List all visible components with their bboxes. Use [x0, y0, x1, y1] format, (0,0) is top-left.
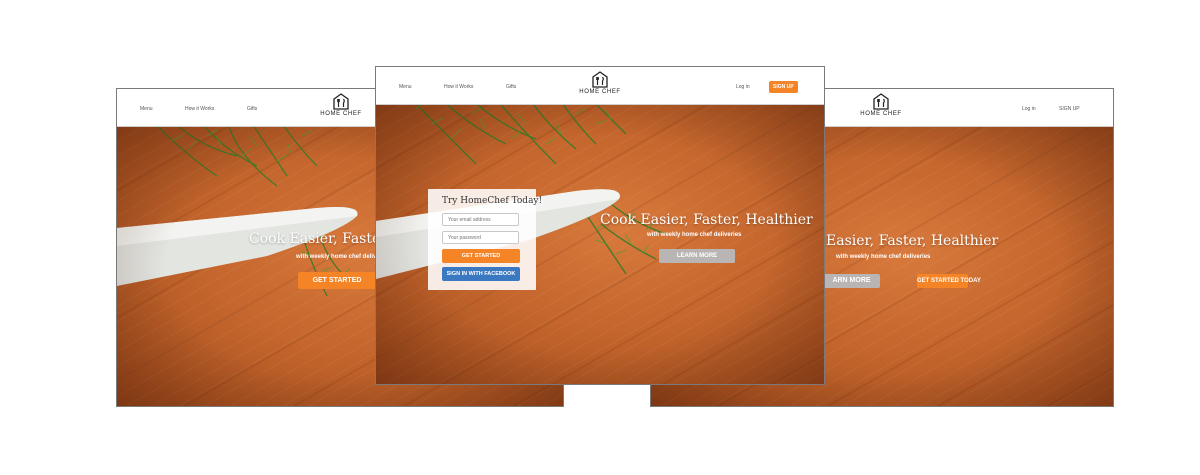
get-started-button[interactable]: GET STARTED — [298, 272, 376, 289]
mockup-screen-center: Menu How it Works Gifts HOME CHEF Log in… — [375, 66, 825, 385]
card-get-started-button[interactable]: GET STARTED — [442, 249, 520, 263]
nav-login-link[interactable]: Log in — [736, 84, 750, 90]
chef-hat-fork-knife-icon — [592, 71, 608, 88]
chef-hat-fork-knife-icon — [873, 93, 889, 110]
hero-subheadline: with weekly home chef deliveries — [836, 254, 931, 260]
logo-text: HOME CHEF — [860, 111, 902, 117]
home-chef-logo[interactable]: HOME CHEF — [851, 93, 911, 117]
nav-gifts-link[interactable]: Gifts — [506, 84, 516, 90]
nav-menu-link[interactable]: Menu — [399, 84, 412, 90]
nav-how-it-works-link[interactable]: How it Works — [444, 84, 473, 90]
email-field[interactable] — [442, 213, 519, 226]
hero-subheadline: with weekly home chef deliveries — [647, 232, 742, 238]
hero-background: Try HomeChef Today! GET STARTED SIGN IN … — [376, 104, 824, 384]
password-field[interactable] — [442, 231, 519, 244]
hero-headline: Cook Easier, Faster, Healthier — [600, 212, 813, 228]
nav-menu-link[interactable]: Menu — [140, 106, 153, 112]
nav-login-link[interactable]: Log in — [1022, 106, 1036, 112]
chef-hat-fork-knife-icon — [333, 93, 349, 110]
home-chef-logo[interactable]: HOME CHEF — [570, 71, 630, 95]
facebook-signin-button[interactable]: SIGN IN WITH FACEBOOK — [442, 267, 520, 281]
get-started-today-button[interactable]: GET STARTED TODAY — [917, 274, 981, 288]
nav-gifts-link[interactable]: Gifts — [247, 106, 257, 112]
logo-text: HOME CHEF — [579, 89, 621, 95]
nav-signup-link[interactable]: SIGN UP — [1059, 106, 1080, 112]
learn-more-button[interactable]: ARN MORE — [823, 274, 880, 288]
hero-headline: Cook Easier, Faster — [249, 231, 387, 247]
nav-bar: Menu How it Works Gifts HOME CHEF Log in… — [376, 67, 824, 105]
signup-button[interactable]: SIGN UP — [769, 81, 798, 93]
nav-how-it-works-link[interactable]: How it Works — [185, 106, 214, 112]
logo-text: HOME CHEF — [320, 111, 362, 117]
signup-card: Try HomeChef Today! GET STARTED SIGN IN … — [428, 189, 542, 290]
hero-headline: Easier, Faster, Healthier — [826, 233, 999, 249]
signup-card-title: Try HomeChef Today! — [442, 196, 543, 206]
learn-more-button[interactable]: LEARN MORE — [659, 249, 735, 263]
home-chef-logo[interactable]: HOME CHEF — [311, 93, 371, 117]
